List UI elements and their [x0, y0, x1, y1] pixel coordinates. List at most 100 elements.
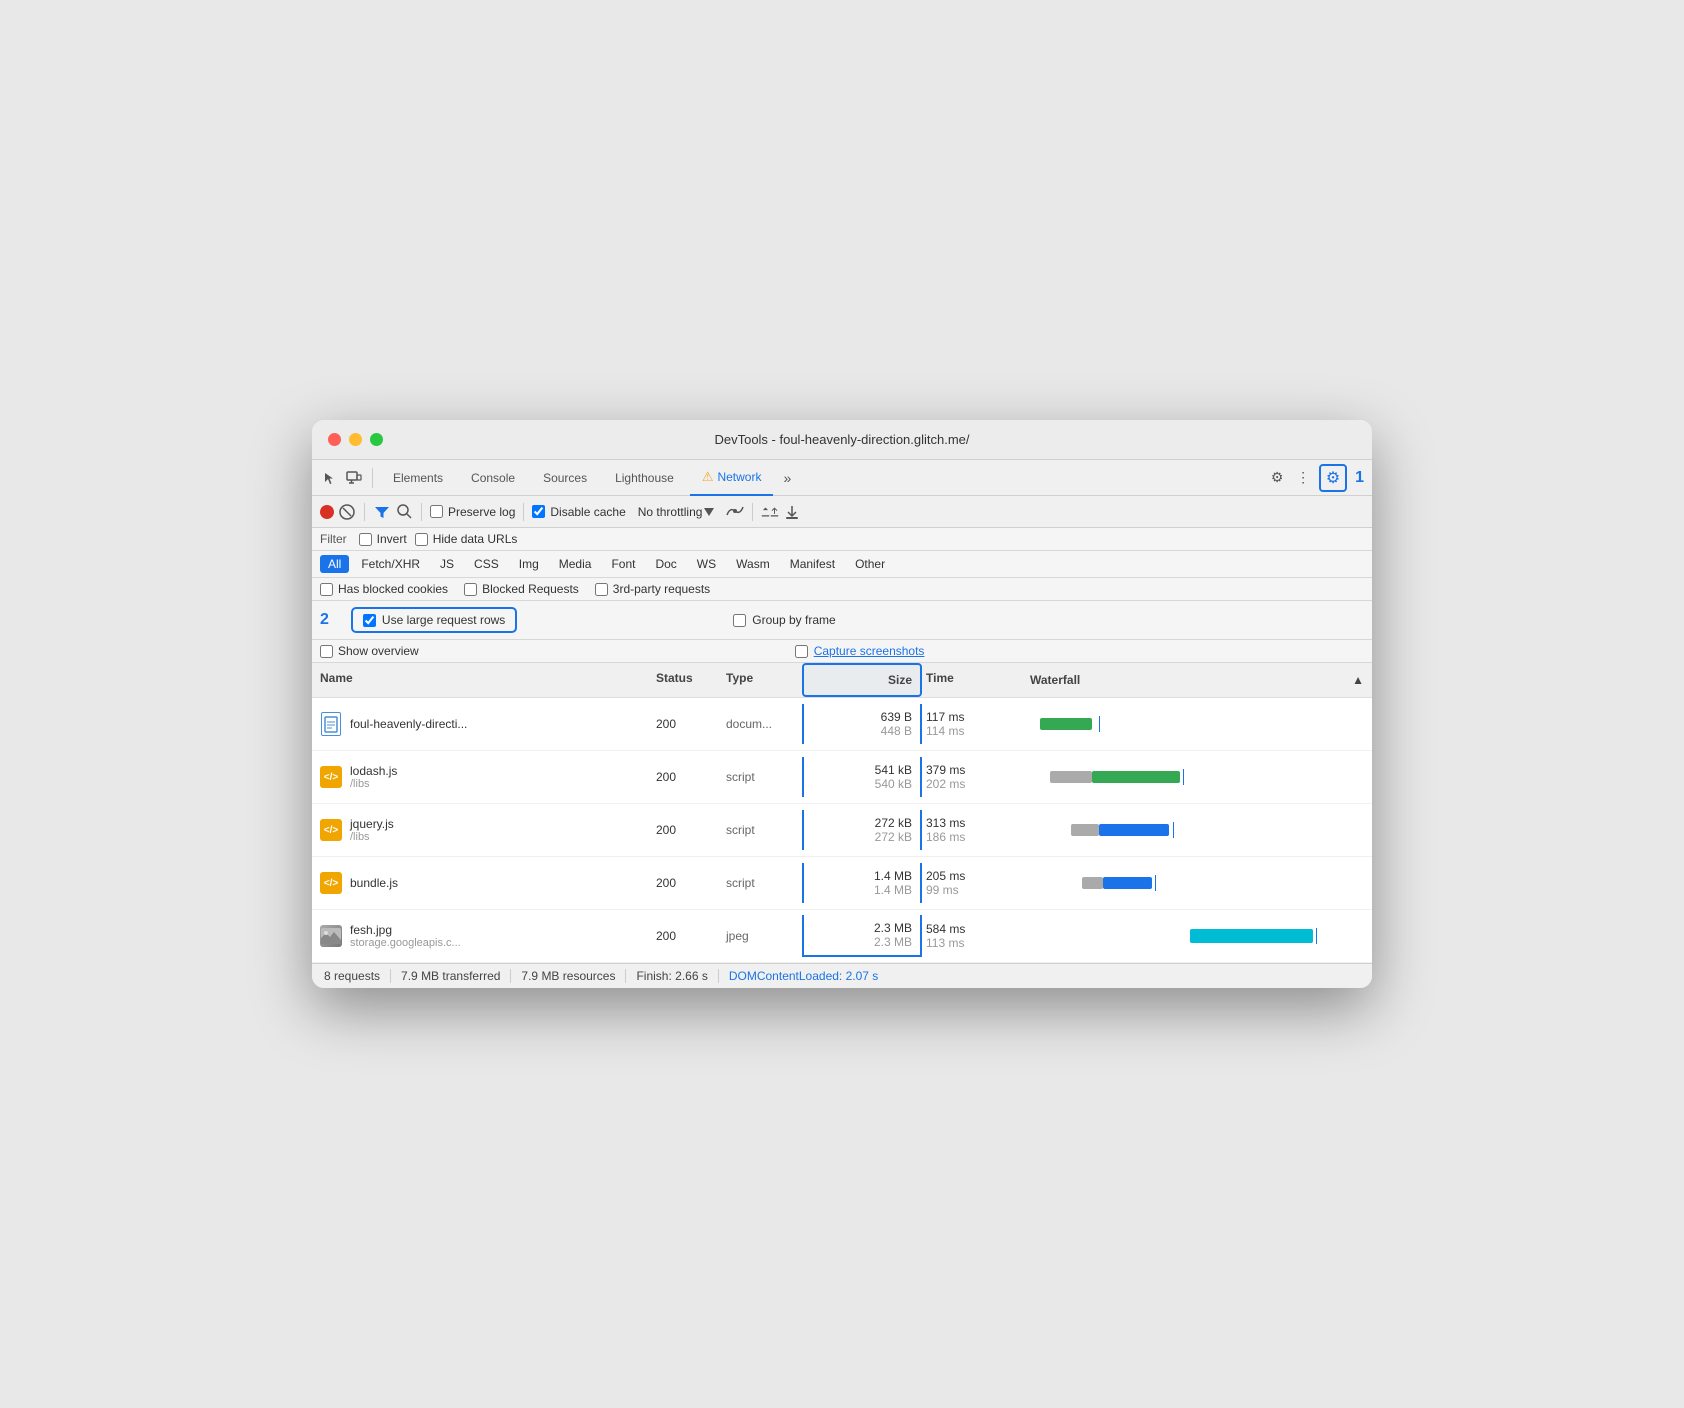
script-file-icon-4: </>	[320, 872, 342, 894]
type-filter-manifest[interactable]: Manifest	[782, 555, 843, 573]
devtools-tab-bar: Elements Console Sources Lighthouse ⚠ Ne…	[312, 460, 1372, 496]
record-button[interactable]	[320, 505, 334, 519]
row-size-4: 1.4 MB 1.4 MB	[802, 863, 922, 903]
disable-cache-checkbox[interactable]: Disable cache	[532, 505, 625, 519]
table-row[interactable]: fesh.jpg storage.googleapis.c... 200 jpe…	[312, 910, 1372, 963]
use-large-rows-checkbox[interactable]: Use large request rows	[351, 607, 517, 633]
row-type-4: script	[722, 870, 802, 896]
devtools-window: DevTools - foul-heavenly-direction.glitc…	[312, 420, 1372, 988]
name-stack-1: foul-heavenly-directi...	[350, 717, 467, 731]
type-filter-other[interactable]: Other	[847, 555, 893, 573]
network-toolbar-sep-3	[523, 503, 524, 521]
network-toolbar-row: Preserve log Disable cache No throttling	[312, 496, 1372, 528]
blocked-requests-input[interactable]	[464, 583, 477, 596]
row-name-1: foul-heavenly-directi...	[312, 707, 652, 741]
preserve-log-input[interactable]	[430, 505, 443, 518]
third-party-checkbox[interactable]: 3rd-party requests	[595, 582, 710, 596]
type-filter-font[interactable]: Font	[603, 555, 643, 573]
disable-cache-input[interactable]	[532, 505, 545, 518]
third-party-input[interactable]	[595, 583, 608, 596]
col-waterfall-header[interactable]: Waterfall ▲	[1022, 663, 1372, 697]
table-row[interactable]: </> bundle.js 200 script 1.4 MB 1.4 MB 2…	[312, 857, 1372, 910]
type-filter-wasm[interactable]: Wasm	[728, 555, 778, 573]
options-row: 2 Use large request rows Group by frame	[312, 601, 1372, 640]
preserve-log-checkbox[interactable]: Preserve log	[430, 505, 515, 519]
type-filter-img[interactable]: Img	[511, 555, 547, 573]
col-time-header[interactable]: Time	[922, 663, 1022, 697]
filter-label: Filter	[320, 532, 347, 546]
col-status-header[interactable]: Status	[652, 663, 722, 697]
table-row[interactable]: foul-heavenly-directi... 200 docum... 63…	[312, 698, 1372, 751]
show-overview-row: Show overview Capture screenshots	[312, 640, 1372, 663]
gear-highlighted-button[interactable]: ⚙	[1319, 464, 1347, 492]
has-blocked-cookies-checkbox[interactable]: Has blocked cookies	[320, 582, 448, 596]
use-large-rows-input[interactable]	[363, 614, 376, 627]
type-filter-doc[interactable]: Doc	[647, 555, 684, 573]
col-size-header[interactable]: Size	[802, 663, 922, 697]
type-filter-css[interactable]: CSS	[466, 555, 507, 573]
clear-button[interactable]	[338, 503, 356, 521]
tab-elements[interactable]: Elements	[381, 460, 455, 496]
upload-icon[interactable]	[761, 503, 779, 521]
col-type-header[interactable]: Type	[722, 663, 802, 697]
type-filter-all[interactable]: All	[320, 555, 349, 573]
type-filter-row: All Fetch/XHR JS CSS Img Media Font Doc …	[312, 551, 1372, 578]
throttle-selector[interactable]: No throttling	[638, 505, 715, 519]
settings-icon[interactable]: ⚙	[1267, 468, 1287, 488]
group-by-frame-input[interactable]	[733, 614, 746, 627]
maximize-button[interactable]	[370, 433, 383, 446]
filter-button[interactable]	[373, 503, 391, 521]
row-name-5: fesh.jpg storage.googleapis.c...	[312, 917, 652, 955]
hide-data-urls-input[interactable]	[415, 533, 428, 546]
group-by-frame-checkbox[interactable]: Group by frame	[733, 613, 835, 627]
more-options-icon[interactable]: ⋮	[1293, 468, 1313, 488]
hide-data-urls-checkbox[interactable]: Hide data URLs	[415, 532, 518, 546]
invert-input[interactable]	[359, 533, 372, 546]
responsive-icon[interactable]	[344, 468, 364, 488]
blocked-requests-checkbox[interactable]: Blocked Requests	[464, 582, 579, 596]
tab-console[interactable]: Console	[459, 460, 527, 496]
tab-sources[interactable]: Sources	[531, 460, 599, 496]
search-button[interactable]	[395, 503, 413, 521]
type-filter-media[interactable]: Media	[551, 555, 600, 573]
row-waterfall-5	[1022, 910, 1372, 962]
row-status-4: 200	[652, 870, 722, 896]
name-stack-5: fesh.jpg storage.googleapis.c...	[350, 923, 461, 949]
type-filter-fetch-xhr[interactable]: Fetch/XHR	[353, 555, 428, 573]
filter-row: Filter Invert Hide data URLs	[312, 528, 1372, 551]
capture-screenshots-checkbox[interactable]: Capture screenshots	[795, 644, 925, 658]
table-row[interactable]: </> lodash.js /libs 200 script 541 kB 54…	[312, 751, 1372, 804]
more-tabs-button[interactable]: »	[777, 470, 797, 486]
row-size-5: 2.3 MB 2.3 MB	[802, 915, 922, 957]
type-filter-js[interactable]: JS	[432, 555, 462, 573]
row-type-3: script	[722, 817, 802, 843]
titlebar: DevTools - foul-heavenly-direction.glitc…	[312, 420, 1372, 460]
show-overview-checkbox[interactable]: Show overview	[320, 644, 419, 658]
tab-network[interactable]: ⚠ Network	[690, 460, 774, 496]
has-blocked-cookies-input[interactable]	[320, 583, 333, 596]
script-file-icon-3: </>	[320, 819, 342, 841]
invert-checkbox[interactable]: Invert	[359, 532, 407, 546]
col-name-header[interactable]: Name	[312, 663, 652, 697]
cursor-icon[interactable]	[320, 468, 340, 488]
row-time-1: 117 ms 114 ms	[922, 704, 1022, 744]
row-waterfall-4	[1022, 857, 1372, 909]
dom-content-loaded: DOMContentLoaded: 2.07 s	[719, 969, 888, 983]
close-button[interactable]	[328, 433, 341, 446]
row-time-4: 205 ms 99 ms	[922, 863, 1022, 903]
capture-screenshots-input[interactable]	[795, 645, 808, 658]
minimize-button[interactable]	[349, 433, 362, 446]
show-overview-input[interactable]	[320, 645, 333, 658]
row-time-5: 584 ms 113 ms	[922, 916, 1022, 956]
table-row[interactable]: </> jquery.js /libs 200 script 272 kB 27…	[312, 804, 1372, 857]
type-filter-ws[interactable]: WS	[689, 555, 724, 573]
row-size-2: 541 kB 540 kB	[802, 757, 922, 797]
tab-lighthouse[interactable]: Lighthouse	[603, 460, 686, 496]
checkboxes-row: Has blocked cookies Blocked Requests 3rd…	[312, 578, 1372, 601]
requests-count: 8 requests	[324, 969, 391, 983]
warning-icon: ⚠	[702, 469, 714, 485]
download-icon[interactable]	[783, 503, 801, 521]
row-name-2: </> lodash.js /libs	[312, 758, 652, 796]
row-time-2: 379 ms 202 ms	[922, 757, 1022, 797]
throttle-settings-icon[interactable]	[726, 503, 744, 521]
